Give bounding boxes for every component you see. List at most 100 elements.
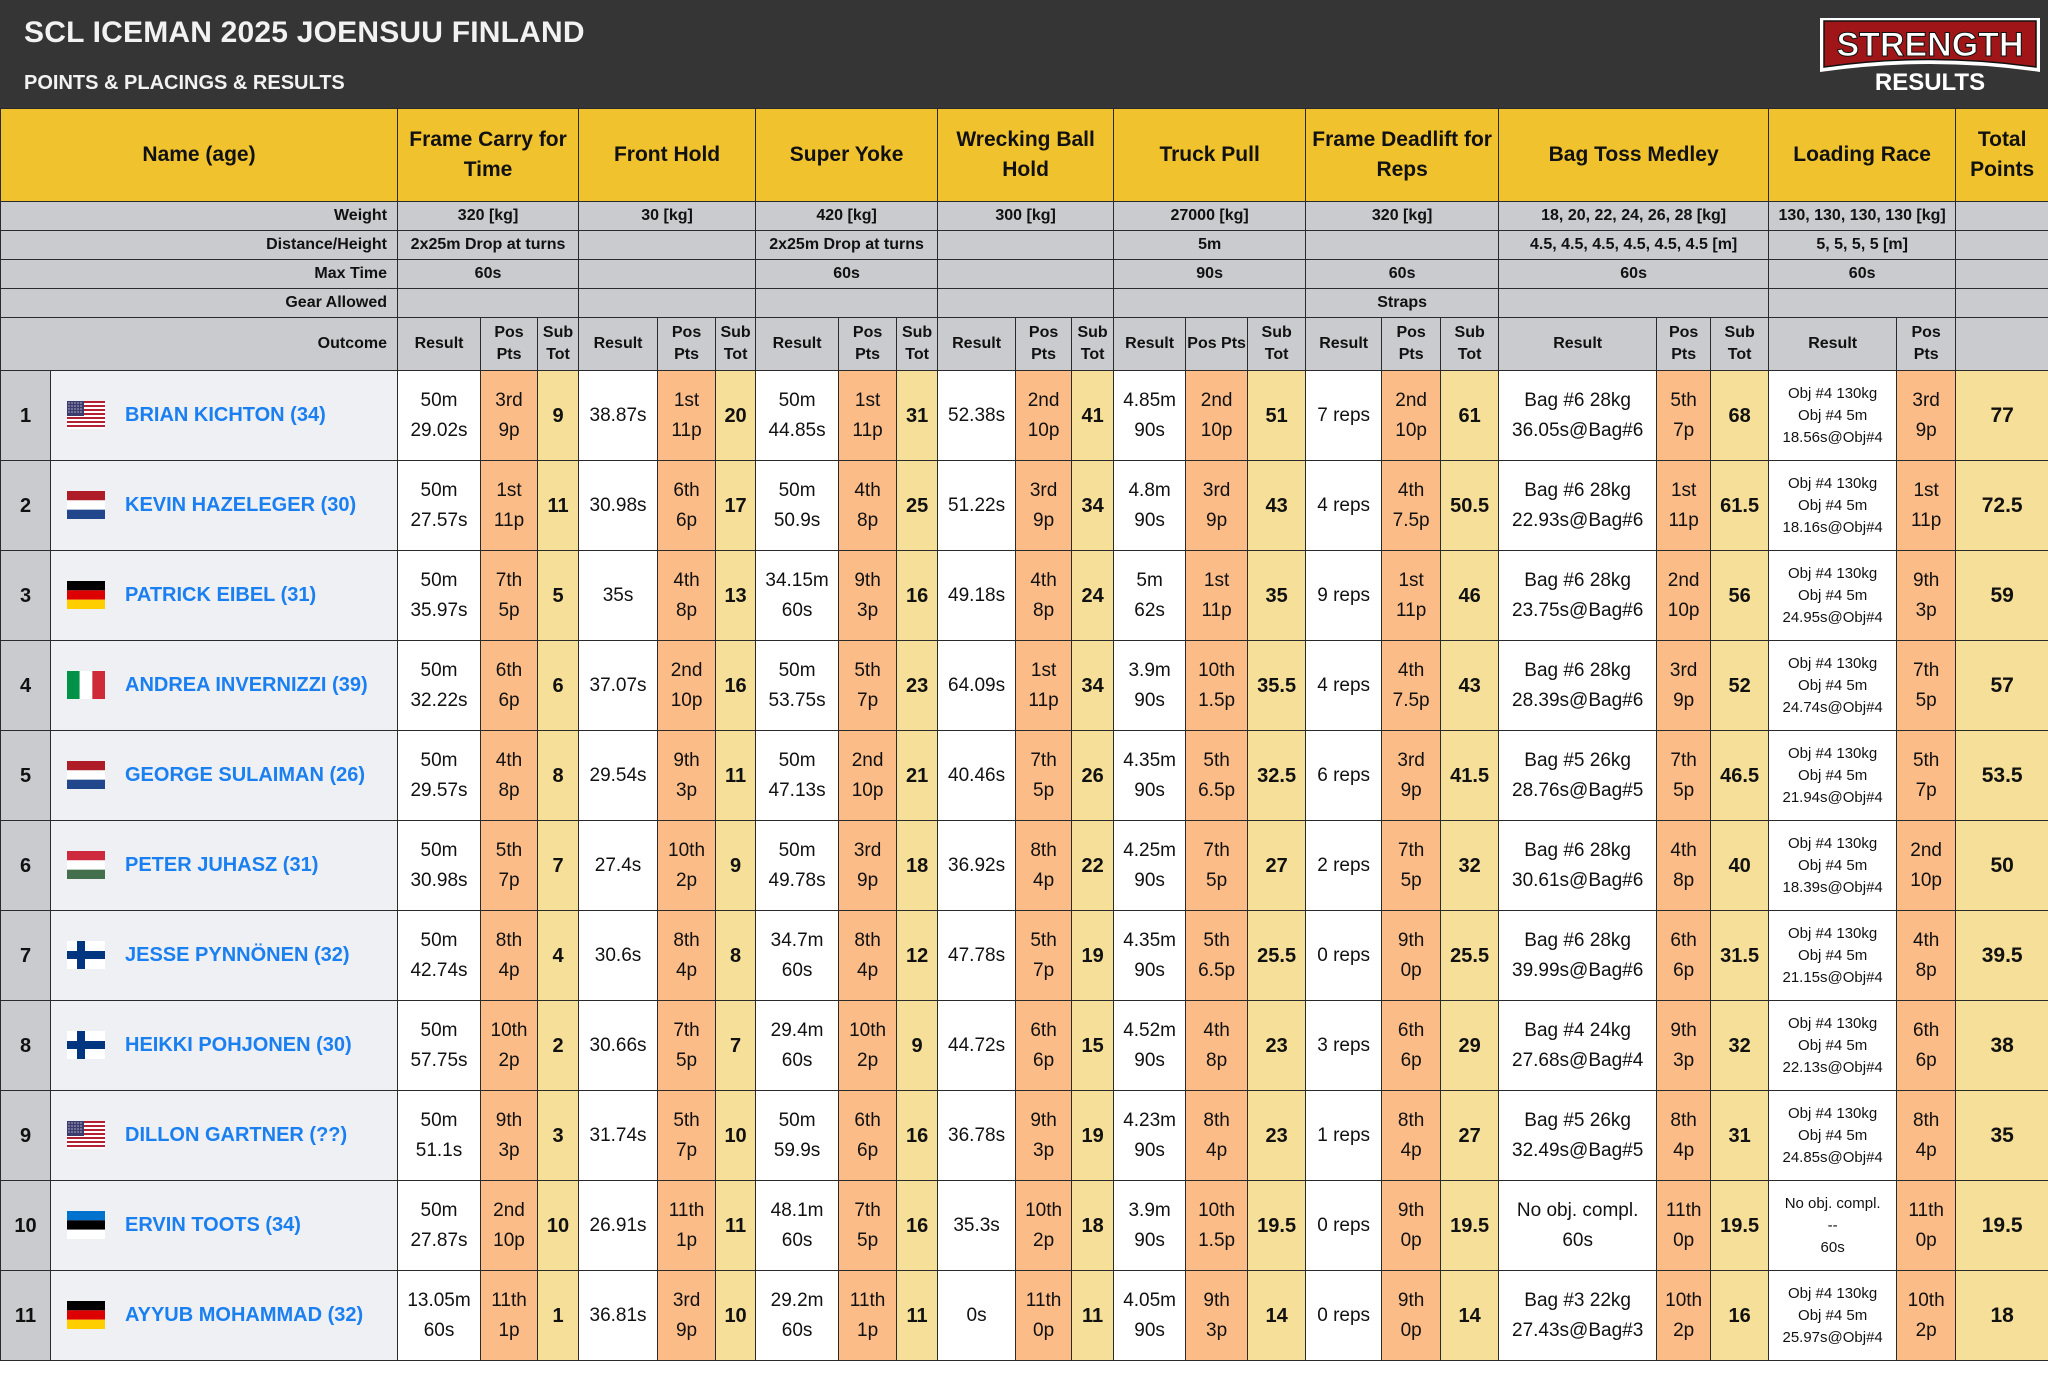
result-cell: 50m 47.13s: [755, 730, 840, 821]
result-cell: Obj #4 130kg Obj #4 5m 24.95s@Obj#4: [1768, 550, 1898, 641]
athlete-name-link[interactable]: DILLON GARTNER (??): [125, 1124, 347, 1146]
placing: 8th: [1670, 1109, 1697, 1131]
result-line: 44.85s: [768, 419, 826, 441]
points: 4p: [857, 959, 879, 981]
points: 11p: [1668, 509, 1699, 531]
pos-pts-cell: 2nd 10p: [1185, 370, 1249, 461]
pos-pts-cell: 10th 2p: [1015, 1180, 1073, 1271]
sub-total-cell: 25.5: [1440, 910, 1500, 1001]
placing: 7th: [1670, 749, 1697, 771]
pos-pts-cell: 8th 4p: [838, 910, 898, 1001]
points: 10p: [670, 689, 703, 711]
result-cell: 6 reps: [1305, 730, 1383, 821]
meta-value: 300 [kg]: [937, 201, 1115, 231]
result-line: 4 reps: [1317, 674, 1371, 696]
placing: 9th: [673, 749, 700, 771]
sub-total-cell: 10: [715, 1090, 757, 1181]
placing: 9th: [495, 1109, 523, 1131]
result-line: Obj #4 5m: [1798, 496, 1868, 514]
result-line: 30.66s: [589, 1034, 647, 1056]
pos-pts-cell: 6th 6p: [1015, 1000, 1073, 1091]
usa-flag-icon: [67, 1121, 105, 1150]
result-line: 4.05m: [1123, 1289, 1177, 1311]
sub-total-cell: 35.5: [1247, 640, 1307, 731]
placing: 9th: [1397, 1289, 1425, 1311]
result-line: Obj #4 130kg: [1788, 834, 1878, 852]
result-line: 0 reps: [1317, 1304, 1371, 1326]
result-line: 60s: [1562, 1229, 1593, 1251]
result-cell: 30.98s: [578, 460, 659, 551]
athlete-name-link[interactable]: PATRICK EIBEL (31): [125, 584, 316, 606]
placing: 8th: [854, 929, 881, 951]
sub-tot-subheader: Sub Tot: [896, 317, 939, 371]
pos-pts-cell: 5th 6.5p: [1185, 730, 1249, 821]
result-cell: Obj #4 130kg Obj #4 5m 18.56s@Obj#4: [1768, 370, 1898, 461]
result-subheader: Result: [1768, 317, 1898, 371]
points: 3p: [675, 779, 698, 801]
placing: 7th: [673, 1019, 700, 1041]
points: 0p: [1673, 1229, 1695, 1251]
athlete-name-link[interactable]: ANDREA INVERNIZZI (39): [125, 674, 368, 696]
result-line: 53.75s: [768, 689, 826, 711]
total-points-cell: 72.5: [1955, 460, 2048, 551]
athlete-name-link[interactable]: HEIKKI POHJONEN (30): [125, 1034, 352, 1056]
points: 4p: [1915, 1139, 1937, 1161]
result-line: 3.9m: [1128, 1199, 1171, 1221]
athlete-name-link[interactable]: BRIAN KICHTON (34): [125, 404, 326, 426]
result-cell: Bag #6 28kg 36.05s@Bag#6: [1498, 370, 1658, 461]
result-cell: Bag #6 28kg 30.61s@Bag#6: [1498, 820, 1658, 911]
pos-pts-cell: 9th 3p: [480, 1090, 539, 1181]
total-points-cell: 38: [1955, 1000, 2048, 1091]
placing: 4th: [1397, 659, 1425, 681]
athlete-name-link[interactable]: GEORGE SULAIMAN (26): [125, 764, 365, 786]
result-cell: 50m 32.22s: [397, 640, 482, 731]
result-line: 27.4s: [594, 854, 642, 876]
pos-pts-cell: 4th 8p: [480, 730, 539, 821]
result-line: 6 reps: [1317, 764, 1371, 786]
placing: 1st: [1030, 659, 1057, 681]
result-cell: 13.05m 60s: [397, 1270, 482, 1361]
placing: 2nd: [1667, 569, 1700, 591]
athlete-name-link[interactable]: JESSE PYNNÖNEN (32): [125, 944, 350, 966]
pos-pts-cell: 9th 0p: [1381, 1180, 1442, 1271]
points: 10p: [1395, 419, 1427, 441]
placing: 11th: [1665, 1199, 1702, 1221]
points: 2p: [1915, 1319, 1937, 1341]
pos-pts-cell: 5th 7p: [1656, 370, 1712, 461]
placing: 7th: [495, 569, 523, 591]
result-cell: 4.25m 90s: [1113, 820, 1187, 911]
points: 4p: [1400, 1139, 1422, 1161]
placing: 3rd: [1669, 659, 1698, 681]
netherlands-flag-icon: [67, 761, 105, 790]
athlete-name-link[interactable]: AYYUB MOHAMMAD (32): [125, 1304, 363, 1326]
athlete-name-link[interactable]: ERVIN TOOTS (34): [125, 1214, 301, 1236]
meta-value: Straps: [1305, 288, 1500, 318]
pos-pts-cell: 4th 7.5p: [1381, 640, 1442, 731]
result-line: 50m: [778, 479, 816, 501]
placing: 8th: [673, 929, 700, 951]
result-line: 29.54s: [589, 764, 647, 786]
result-cell: 9 reps: [1305, 550, 1383, 641]
points: 0p: [1033, 1319, 1055, 1341]
result-subheader: Result: [578, 317, 659, 371]
athlete-name-link[interactable]: PETER JUHASZ (31): [125, 854, 318, 876]
points: 3p: [1673, 1049, 1695, 1071]
pos-pts-cell: 10th 2p: [657, 820, 717, 911]
points: 1p: [675, 1229, 698, 1251]
result-line: 18.39s@Obj#4: [1782, 878, 1883, 896]
points: 6p: [1673, 959, 1695, 981]
points: 2p: [498, 1049, 520, 1071]
result-cell: 4 reps: [1305, 460, 1383, 551]
pos-pts-cell: 6th 6p: [657, 460, 717, 551]
placing: 4th: [1203, 1019, 1230, 1041]
result-line: 90s: [1134, 1049, 1165, 1071]
placing: 5th: [673, 1109, 700, 1131]
athlete-name-cell: PETER JUHASZ (31): [49, 820, 399, 911]
result-line: 36.81s: [589, 1304, 647, 1326]
result-line: 5m: [1136, 569, 1163, 591]
pos-pts-cell: 2nd 10p: [1381, 370, 1442, 461]
result-line: Bag #3 22kg: [1524, 1289, 1631, 1311]
athlete-name-link[interactable]: KEVIN HAZELEGER (30): [125, 494, 356, 516]
result-line: 28.39s@Bag#6: [1512, 689, 1644, 711]
result-line: 62s: [1134, 599, 1165, 621]
